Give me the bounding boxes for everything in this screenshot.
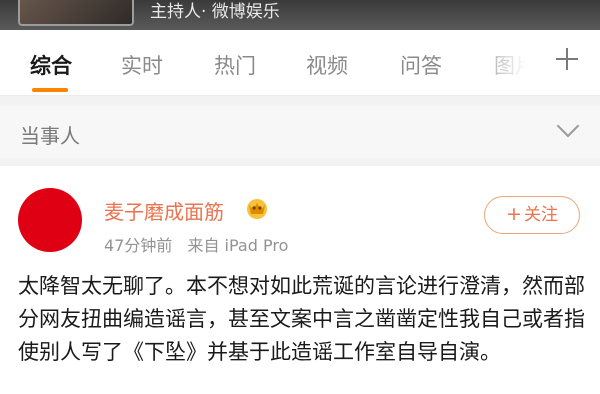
plus-icon: + [506,203,522,225]
top-banner: 主持人· 微博娱乐 [0,0,600,30]
follow-label: 关注 [523,205,558,225]
filter-bar: 当事人 [0,96,600,166]
vip-crown-icon [247,199,267,219]
filter-label: 当事人 [20,124,80,148]
banner-caption: 主持人· 微博娱乐 [150,2,280,22]
tab-qa[interactable]: 问答 [400,50,442,80]
search-tab-bar: 综合 实时 热门 视频 问答 图片 [0,30,600,96]
avatar[interactable] [18,188,82,252]
post-source: 来自 iPad Pro [187,236,289,255]
chevron-down-icon [556,114,580,138]
follow-button[interactable]: + 关注 [484,196,580,234]
tab-comprehensive[interactable]: 综合 [30,50,72,80]
post-time: 47分钟前 [104,236,173,255]
filter-dropdown[interactable]: 当事人 [0,106,600,158]
add-tab-plus-icon[interactable] [552,44,582,74]
tab-realtime[interactable]: 实时 [121,50,163,80]
tab-video[interactable]: 视频 [306,50,348,80]
post-meta: 47分钟前 来自 iPad Pro [104,232,298,256]
banner-thumbnail[interactable] [18,0,134,26]
post-card: 麦子磨成面筋 47分钟前 来自 iPad Pro + 关注 太降智太无聊了。本不想… [0,166,600,394]
active-tab-indicator [32,88,68,92]
tab-hot[interactable]: 热门 [214,50,256,80]
post-author-name[interactable]: 麦子磨成面筋 [104,196,224,225]
tab-overflow-fade [470,30,540,94]
post-body-text: 太降智太无聊了。本不想对如此荒诞的言论进行澄清，然而部分网友扭曲编造谣言，甚至文… [18,274,585,364]
